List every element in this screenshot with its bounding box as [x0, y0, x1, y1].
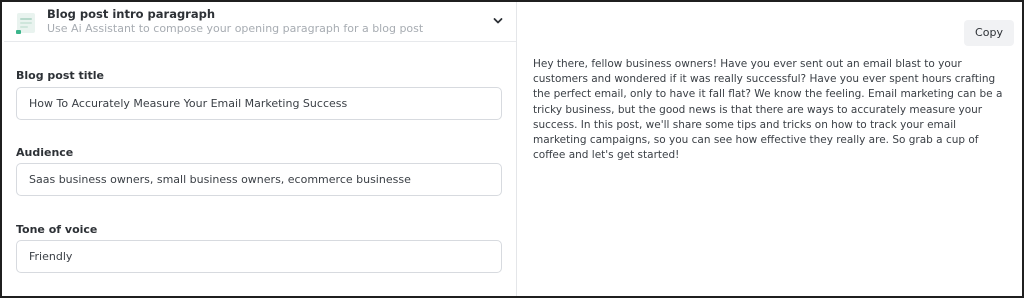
output-panel: Copy Hey there, fellow business owners! …: [517, 2, 1022, 296]
copy-button[interactable]: Copy: [964, 20, 1014, 46]
generated-paragraph: Hey there, fellow business owners! Have …: [533, 58, 1003, 162]
template-title: Blog post intro paragraph: [47, 7, 216, 21]
input-panel: Blog post intro paragraph Use Ai Assista…: [4, 2, 516, 296]
template-header[interactable]: Blog post intro paragraph Use Ai Assista…: [4, 2, 516, 42]
template-subtitle: Use Ai Assistant to compose your opening…: [47, 22, 424, 35]
blog-title-label: Blog post title: [16, 69, 104, 82]
blog-title-input[interactable]: How To Accurately Measure Your Email Mar…: [16, 87, 502, 120]
app-frame: Blog post intro paragraph Use Ai Assista…: [0, 0, 1024, 298]
tone-label: Tone of voice: [16, 223, 98, 236]
tone-input[interactable]: Friendly: [16, 240, 502, 273]
chevron-down-icon[interactable]: [491, 14, 505, 28]
audience-input[interactable]: Saas business owners, small business own…: [16, 163, 502, 196]
audience-label: Audience: [16, 146, 74, 159]
document-template-icon: [16, 13, 35, 34]
